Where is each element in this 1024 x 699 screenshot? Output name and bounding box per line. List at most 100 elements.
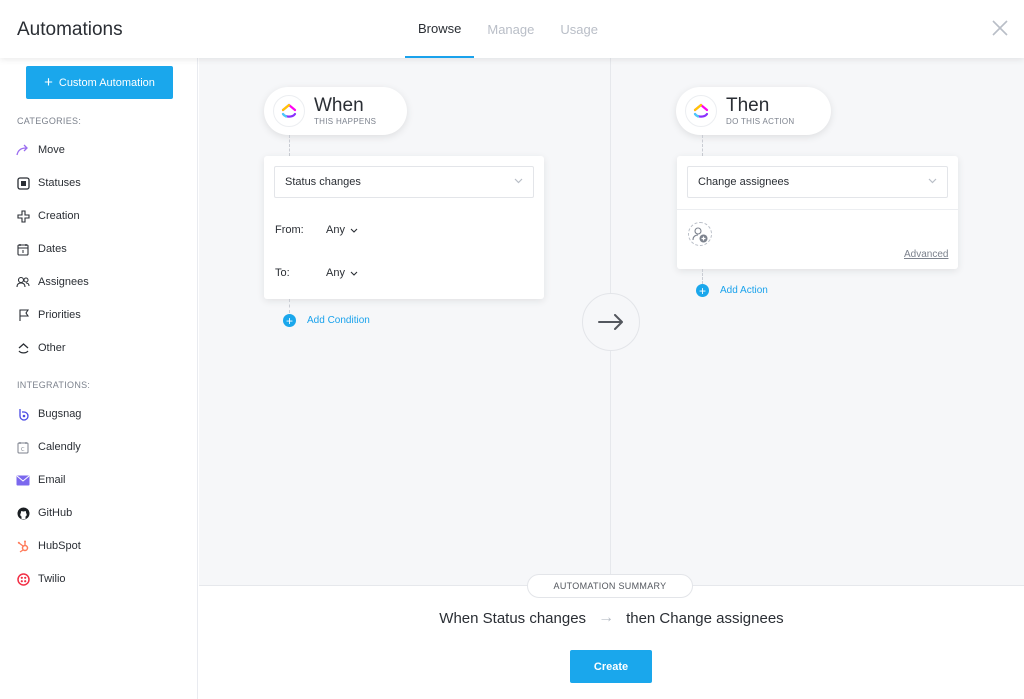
summary-arrow-icon: → bbox=[598, 609, 615, 626]
connector-line bbox=[702, 269, 703, 284]
sidebar-item-label: Assignees bbox=[38, 276, 89, 288]
sidebar-item-creation[interactable]: Creation bbox=[16, 206, 80, 226]
tab-usage[interactable]: Usage bbox=[547, 0, 611, 58]
sidebar-item-label: Priorities bbox=[38, 309, 81, 321]
sidebar-item-label: HubSpot bbox=[38, 540, 81, 552]
flag-icon bbox=[16, 308, 30, 322]
connector-line bbox=[289, 299, 290, 313]
sidebar-item-priorities[interactable]: Priorities bbox=[16, 305, 81, 325]
summary-text: When Status changes → then Change assign… bbox=[199, 609, 1024, 627]
users-icon bbox=[16, 275, 30, 289]
add-action-label: Add Action bbox=[720, 285, 768, 296]
email-icon bbox=[16, 473, 30, 487]
chevron-down-icon bbox=[350, 271, 358, 276]
sidebar-item-label: Email bbox=[38, 474, 66, 486]
add-condition-button[interactable]: + Add Condition bbox=[283, 314, 370, 327]
chevron-down-icon bbox=[514, 178, 523, 184]
clickup-icon bbox=[16, 341, 30, 355]
trigger-select[interactable]: Status changes bbox=[274, 166, 534, 198]
sidebar-item-other[interactable]: Other bbox=[16, 338, 66, 358]
to-label: To: bbox=[275, 267, 290, 279]
then-subtitle: DO THIS ACTION bbox=[726, 117, 795, 126]
sidebar-item-label: Move bbox=[38, 144, 65, 156]
sidebar: + Custom Automation CATEGORIES: Move Sta… bbox=[0, 58, 198, 699]
sidebar-item-label: Dates bbox=[38, 243, 67, 255]
sidebar-item-bugsnag[interactable]: Bugsnag bbox=[16, 404, 81, 424]
add-circle-icon: + bbox=[283, 314, 296, 327]
advanced-link[interactable]: Advanced bbox=[904, 249, 948, 260]
connector-line bbox=[702, 135, 703, 156]
sidebar-item-hubspot[interactable]: HubSpot bbox=[16, 536, 81, 556]
to-dropdown[interactable]: Any bbox=[326, 267, 358, 279]
sidebar-item-github[interactable]: GitHub bbox=[16, 503, 72, 523]
move-arrow-icon bbox=[16, 143, 30, 157]
sidebar-item-move[interactable]: Move bbox=[16, 140, 65, 160]
header: Automations Browse Manage Usage bbox=[0, 0, 1024, 58]
add-condition-label: Add Condition bbox=[307, 315, 370, 326]
status-square-icon bbox=[16, 176, 30, 190]
from-dropdown[interactable]: Any bbox=[326, 224, 358, 236]
custom-automation-button[interactable]: + Custom Automation bbox=[26, 66, 173, 99]
sidebar-item-email[interactable]: Email bbox=[16, 470, 66, 490]
calendly-icon: C bbox=[16, 440, 30, 454]
sidebar-item-label: Calendly bbox=[38, 441, 81, 453]
when-header: When THIS HAPPENS bbox=[264, 87, 407, 135]
hubspot-icon bbox=[16, 539, 30, 553]
add-assignee-button[interactable] bbox=[688, 222, 712, 246]
integrations-title: INTEGRATIONS: bbox=[17, 380, 91, 390]
automation-summary: AUTOMATION SUMMARY When Status changes →… bbox=[199, 574, 1024, 699]
card-divider bbox=[677, 209, 958, 210]
add-action-button[interactable]: + Add Action bbox=[696, 284, 768, 297]
tab-bar: Browse Manage Usage bbox=[405, 0, 611, 58]
custom-automation-label: Custom Automation bbox=[58, 76, 155, 89]
clickup-logo-icon bbox=[685, 95, 717, 127]
summary-badge: AUTOMATION SUMMARY bbox=[527, 574, 693, 598]
clickup-logo-icon bbox=[273, 95, 305, 127]
sidebar-item-label: Bugsnag bbox=[38, 408, 82, 420]
close-button[interactable] bbox=[991, 19, 1009, 37]
then-header: Then DO THIS ACTION bbox=[676, 87, 831, 135]
calendar-icon bbox=[16, 242, 30, 256]
arrow-right-icon bbox=[598, 314, 623, 330]
sidebar-item-calendly[interactable]: C Calendly bbox=[16, 437, 81, 457]
categories-title: CATEGORIES: bbox=[17, 116, 82, 126]
tab-browse[interactable]: Browse bbox=[405, 0, 475, 58]
from-label: From: bbox=[275, 224, 304, 236]
svg-text:C: C bbox=[21, 447, 25, 453]
chevron-down-icon bbox=[928, 178, 937, 184]
then-title: Then bbox=[726, 95, 770, 116]
action-select-value: Change assignees bbox=[698, 176, 790, 188]
trigger-select-value: Status changes bbox=[285, 176, 361, 188]
summary-then: then Change assignees bbox=[626, 609, 784, 627]
sidebar-item-label: Twilio bbox=[38, 573, 66, 585]
bugsnag-icon bbox=[16, 407, 30, 421]
automation-canvas: When THIS HAPPENS Status changes From: A… bbox=[199, 58, 1024, 585]
sidebar-item-dates[interactable]: Dates bbox=[16, 239, 67, 259]
trigger-card: Status changes From: Any To: Any bbox=[264, 156, 544, 299]
from-value: Any bbox=[326, 224, 345, 236]
to-value: Any bbox=[326, 267, 345, 279]
sidebar-item-statuses[interactable]: Statuses bbox=[16, 173, 81, 193]
sidebar-item-assignees[interactable]: Assignees bbox=[16, 272, 89, 292]
sidebar-item-label: Statuses bbox=[38, 177, 81, 189]
add-circle-icon: + bbox=[696, 284, 709, 297]
sidebar-item-label: Other bbox=[38, 342, 66, 354]
when-subtitle: THIS HAPPENS bbox=[314, 117, 377, 126]
connector-line bbox=[289, 135, 290, 156]
sidebar-item-label: GitHub bbox=[38, 507, 73, 519]
plus-icon: + bbox=[44, 74, 53, 91]
action-card: Change assignees Advanced bbox=[677, 156, 958, 269]
close-icon bbox=[992, 20, 1008, 36]
sidebar-item-label: Creation bbox=[38, 210, 80, 222]
summary-when: When Status changes bbox=[439, 609, 587, 627]
twilio-icon bbox=[16, 572, 30, 586]
create-button[interactable]: Create bbox=[570, 650, 652, 683]
page-title: Automations bbox=[17, 19, 123, 40]
plus-outline-icon bbox=[16, 209, 30, 223]
add-user-icon bbox=[692, 227, 708, 243]
flow-arrow bbox=[582, 293, 640, 351]
action-select[interactable]: Change assignees bbox=[687, 166, 948, 198]
sidebar-item-twilio[interactable]: Twilio bbox=[16, 569, 66, 589]
github-icon bbox=[16, 506, 30, 520]
tab-manage[interactable]: Manage bbox=[474, 0, 547, 58]
